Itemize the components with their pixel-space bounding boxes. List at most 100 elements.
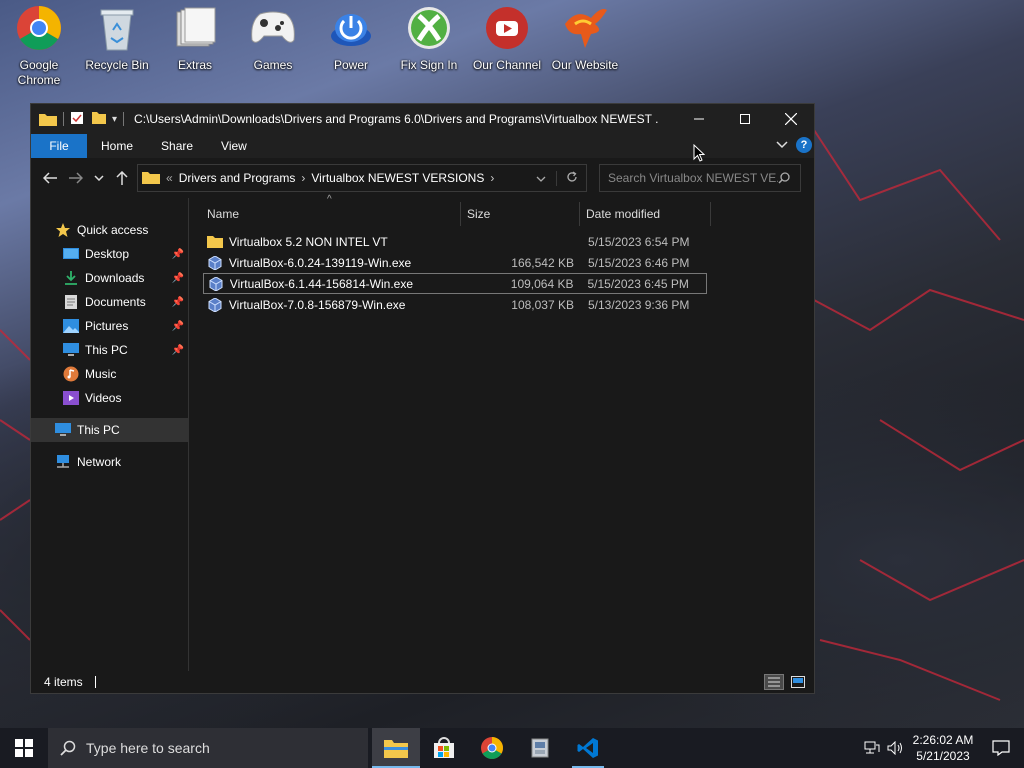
breadcrumb-drivers-and-programs[interactable]: Drivers and Programs: [173, 171, 302, 185]
recent-locations-button[interactable]: [89, 165, 109, 191]
taskbar-installer-app[interactable]: [516, 728, 564, 768]
taskbar-search-box[interactable]: Type here to search: [48, 728, 368, 768]
help-icon[interactable]: ?: [796, 137, 812, 153]
forward-arrow-icon: [69, 172, 83, 184]
clock[interactable]: 2:26:02 AM 5/21/2023: [908, 732, 978, 764]
pin-icon[interactable]: 📌: [172, 345, 184, 356]
nav-label: Quick access: [77, 223, 149, 237]
status-separator: [94, 676, 96, 688]
file-row[interactable]: VirtualBox-7.0.8-156879-Win.exe 108,037 …: [203, 294, 707, 315]
file-size: 109,064 KB: [510, 276, 574, 291]
folder-icon: [142, 170, 160, 187]
column-header-date-modified[interactable]: Date modified: [580, 202, 711, 226]
nav-item-desktop[interactable]: Desktop 📌: [31, 242, 188, 266]
forward-button[interactable]: [63, 165, 89, 191]
desktop-icon-our-channel[interactable]: Our Channel: [468, 4, 546, 73]
breadcrumb-virtualbox-newest-versions[interactable]: Virtualbox NEWEST VERSIONS: [305, 171, 490, 185]
taskbar-visual-studio-code[interactable]: [564, 728, 612, 768]
close-icon: [785, 113, 797, 125]
title-bar[interactable]: ▾ C:\Users\Admin\Downloads\Drivers and P…: [31, 104, 814, 134]
minimize-button[interactable]: [676, 104, 722, 134]
large-icons-view-button[interactable]: [788, 674, 808, 690]
file-row[interactable]: Virtualbox 5.2 NON INTEL VT 5/15/2023 6:…: [203, 231, 707, 252]
windows-logo-icon: [15, 739, 33, 757]
nav-item-documents[interactable]: Documents 📌: [31, 290, 188, 314]
desktop-icon-label: Games: [253, 58, 293, 72]
details-view-button[interactable]: [764, 674, 784, 690]
column-header-size[interactable]: Size: [461, 202, 580, 226]
sort-ascending-icon: ^: [327, 194, 332, 205]
back-button[interactable]: [37, 165, 63, 191]
details-view-icon: [768, 677, 780, 687]
nav-item-videos[interactable]: Videos: [31, 386, 188, 410]
nav-network[interactable]: Network: [31, 450, 188, 474]
chrome-icon: [481, 737, 503, 759]
file-date: 5/15/2023 6:46 PM: [588, 255, 690, 270]
desktop-icon-label: Our Website: [551, 58, 619, 72]
desktop-icon-extras[interactable]: Extras: [156, 4, 234, 73]
nav-item-this-pc-pinned[interactable]: This PC 📌: [31, 338, 188, 362]
breadcrumb-separator-icon[interactable]: ›: [490, 171, 494, 185]
pin-icon[interactable]: 📌: [172, 321, 184, 332]
search-input[interactable]: [608, 171, 778, 185]
pin-icon[interactable]: 📌: [172, 297, 184, 308]
address-history-dropdown[interactable]: [526, 171, 556, 185]
taskbar-google-chrome[interactable]: [468, 728, 516, 768]
column-header-name[interactable]: Name: [201, 202, 461, 226]
nav-item-pictures[interactable]: Pictures 📌: [31, 314, 188, 338]
store-icon: [434, 737, 454, 758]
start-button[interactable]: [0, 728, 48, 768]
phoenix-icon: [561, 4, 609, 52]
refresh-icon: [566, 170, 577, 182]
expand-ribbon-icon[interactable]: [776, 138, 788, 152]
videos-icon: [63, 390, 79, 406]
pin-icon[interactable]: 📌: [172, 273, 184, 284]
more-locations-icon[interactable]: «: [166, 171, 173, 185]
nav-this-pc[interactable]: This PC: [31, 418, 188, 442]
desktop-icon-power[interactable]: Power: [312, 4, 390, 73]
music-icon: [63, 366, 79, 382]
desktop-icon-our-website[interactable]: Our Website: [546, 4, 624, 73]
virtualbox-installer-icon: [207, 255, 223, 271]
desktop-icon-games[interactable]: Games: [234, 4, 312, 73]
nav-item-music[interactable]: Music: [31, 362, 188, 386]
nav-item-downloads[interactable]: Downloads 📌: [31, 266, 188, 290]
pin-icon[interactable]: 📌: [172, 249, 184, 260]
tab-home[interactable]: Home: [87, 134, 147, 158]
maximize-button[interactable]: [722, 104, 768, 134]
desktop-icon-label: Power: [333, 58, 368, 72]
new-folder-icon[interactable]: [92, 111, 106, 128]
file-row[interactable]: VirtualBox-6.0.24-139119-Win.exe 166,542…: [203, 252, 707, 273]
taskbar-file-explorer[interactable]: [372, 728, 420, 768]
close-button[interactable]: [768, 104, 814, 134]
recycle-bin-icon: [93, 4, 141, 52]
tab-file[interactable]: File: [31, 134, 87, 158]
taskbar-microsoft-store[interactable]: [420, 728, 468, 768]
tab-share[interactable]: Share: [147, 134, 207, 158]
action-center-button[interactable]: [978, 740, 1024, 756]
file-row[interactable]: VirtualBox-6.1.44-156814-Win.exe 109,064…: [203, 273, 707, 294]
window-title: C:\Users\Admin\Downloads\Drivers and Pro…: [134, 112, 659, 126]
network-status-icon[interactable]: [860, 741, 884, 755]
search-box[interactable]: [599, 164, 801, 192]
nav-label: Videos: [85, 391, 122, 405]
file-size: 108,037 KB: [511, 297, 574, 312]
nav-quick-access[interactable]: Quick access: [31, 218, 188, 242]
desktop-icon-google-chrome[interactable]: Google Chrome: [0, 4, 78, 88]
maximize-icon: [740, 114, 750, 124]
customize-quick-access-icon[interactable]: ▾: [112, 114, 117, 125]
volume-icon[interactable]: [884, 741, 908, 755]
desktop-icon-recycle-bin[interactable]: Recycle Bin: [78, 4, 156, 73]
refresh-button[interactable]: [556, 170, 586, 186]
desktop-icon-label: Recycle Bin: [85, 58, 149, 72]
address-bar[interactable]: « Drivers and Programs › Virtualbox NEWE…: [137, 164, 587, 192]
properties-icon[interactable]: [70, 111, 84, 128]
installer-icon: [531, 738, 549, 758]
tab-view[interactable]: View: [207, 134, 261, 158]
file-explorer-icon: [384, 740, 408, 758]
chrome-icon: [15, 4, 63, 52]
search-icon: [778, 172, 790, 184]
desktop-icon-fix-sign-in[interactable]: Fix Sign In: [390, 4, 468, 73]
up-button[interactable]: [109, 165, 135, 191]
nav-label: Downloads: [85, 271, 145, 285]
